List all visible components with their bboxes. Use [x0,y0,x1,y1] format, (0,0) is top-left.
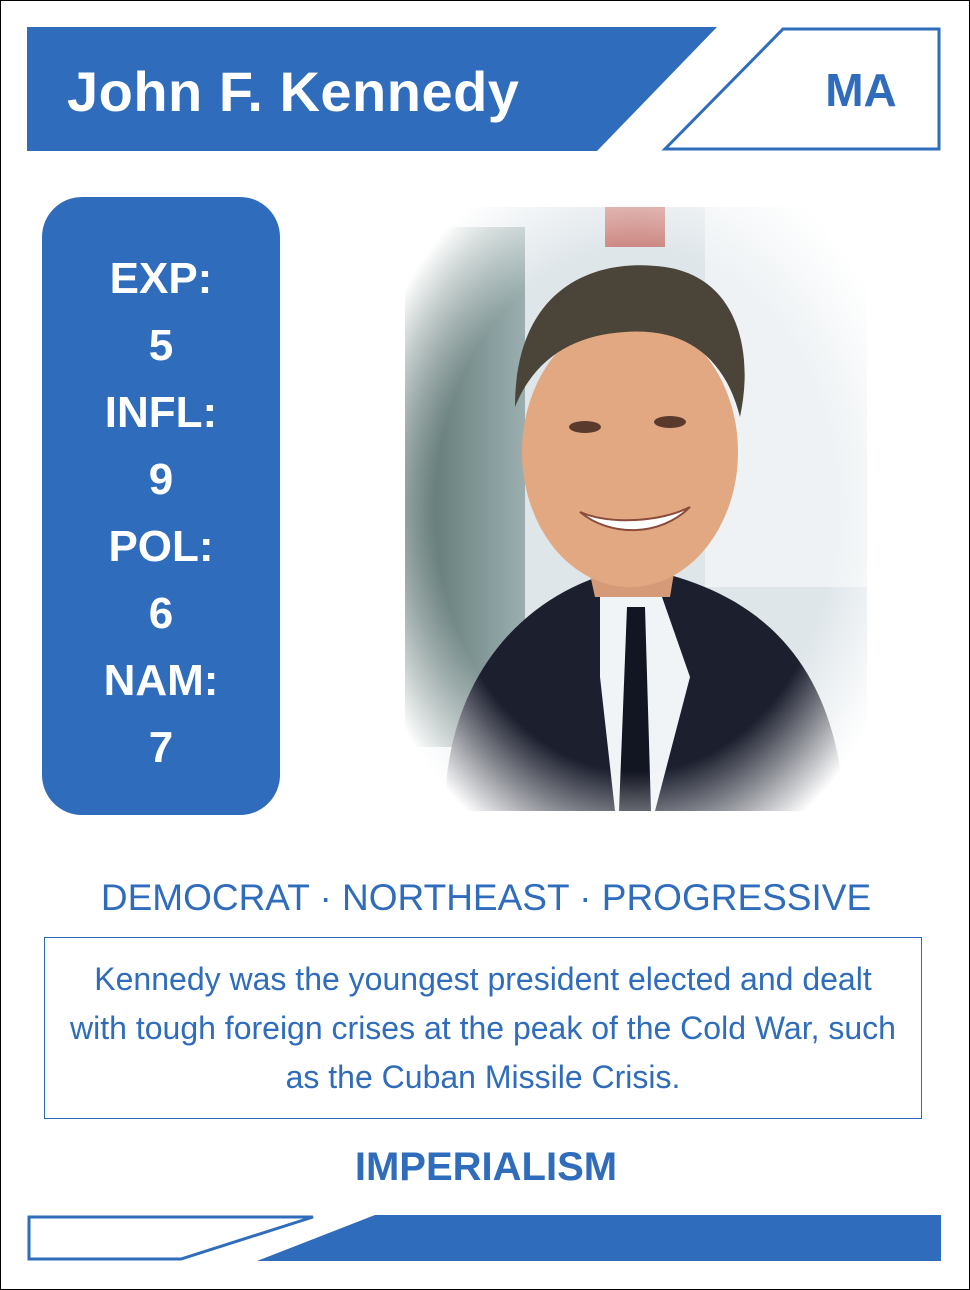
footer-right-shape [257,1215,941,1261]
stats-panel: EXP: 5 INFL: 9 POL: 6 NAM: 7 [42,197,280,815]
stat-pol-label: POL: [108,522,214,571]
portrait-image [405,207,867,811]
footer-banner [27,1215,941,1261]
stat-nam-label: NAM: [103,656,219,705]
state-code: MA [825,64,897,116]
stat-pol-value: 6 [148,589,174,638]
stat-infl-label: INFL: [104,388,218,437]
stat-exp-label: EXP: [109,254,213,303]
footer-left-shape [27,1215,314,1261]
portrait-photo-icon [405,207,867,811]
ideology-label: IMPERIALISM [354,1145,618,1189]
description-box: Kennedy was the youngest president elect… [44,937,922,1119]
stat-infl-value: 9 [148,455,174,504]
stat-exp-value: 5 [148,321,174,370]
stat-nam-value: 7 [148,723,174,772]
politician-name: John F. Kennedy [67,60,520,123]
party-region-tags: DEMOCRAT · NORTHEAST · PROGRESSIVE [100,877,872,918]
description-text: Kennedy was the youngest president elect… [70,960,896,1095]
politician-card: John F. Kennedy MA EXP: 5 INFL: 9 POL: 6… [0,0,970,1290]
